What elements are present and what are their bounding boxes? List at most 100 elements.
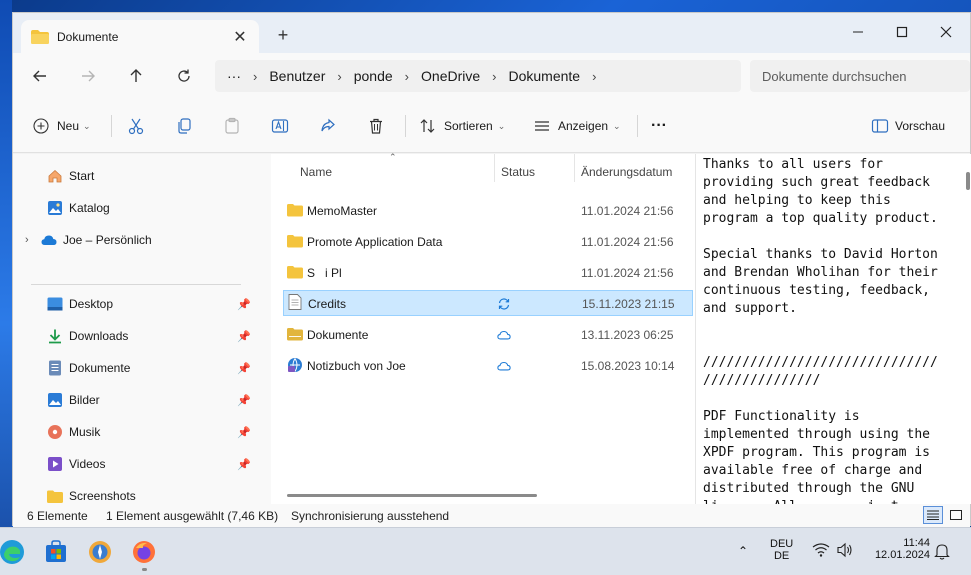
refresh-button[interactable] <box>169 61 199 91</box>
file-row-selected[interactable]: Credits 15.11.2023 21:15 <box>283 290 693 316</box>
share-button[interactable] <box>319 111 337 141</box>
pin-icon[interactable]: 📌 <box>237 362 251 375</box>
file-row[interactable]: S i Pl 11.01.2024 21:56 <box>283 260 693 286</box>
file-row[interactable]: Promote Application Data 11.01.2024 21:5… <box>283 229 693 255</box>
new-tab-button[interactable]: + <box>271 25 295 46</box>
clock[interactable]: 11:44 12.01.2024 <box>866 537 930 561</box>
column-header-date[interactable]: Änderungsdatum <box>581 160 672 184</box>
show-hidden-icons-button[interactable]: ⌃ <box>738 544 748 558</box>
sidebar-item-bilder[interactable]: Bilder 📌 <box>13 386 253 414</box>
sidebar-item-label: Joe – Persönlich <box>63 233 152 247</box>
chevron-right-icon: › <box>492 68 497 84</box>
volume-icon[interactable] <box>836 542 854 561</box>
chevron-right-icon: › <box>404 68 410 84</box>
copy-button[interactable] <box>175 111 193 141</box>
file-list: ⌃ Name Status Änderungsdatum MemoMaster … <box>271 152 695 504</box>
tiles-view-button[interactable] <box>946 506 966 524</box>
close-tab-button[interactable]: ✕ <box>231 27 249 47</box>
text-file-icon <box>288 294 302 310</box>
chevron-right-icon[interactable]: › <box>25 234 41 246</box>
back-button[interactable] <box>25 61 55 91</box>
column-header-name[interactable]: Name <box>300 160 332 184</box>
language-indicator[interactable]: DEU DE <box>770 538 793 562</box>
chevron-right-icon[interactable]: › <box>592 69 596 84</box>
more-options-button[interactable]: ··· <box>651 111 667 141</box>
sidebar-item-musik[interactable]: Musik 📌 <box>13 418 253 446</box>
details-view-button[interactable] <box>923 506 943 524</box>
maximize-button[interactable] <box>880 17 924 47</box>
details-view-icon <box>927 510 939 520</box>
preview-scrollbar[interactable] <box>966 172 970 190</box>
wifi-icon[interactable] <box>812 542 830 561</box>
file-date: 15.08.2023 10:14 <box>581 359 675 373</box>
firefox-icon[interactable] <box>128 536 160 571</box>
delete-button[interactable] <box>367 111 385 141</box>
sort-button[interactable]: Sortieren ⌄ <box>419 111 505 141</box>
minimize-button[interactable] <box>836 17 880 47</box>
pin-icon[interactable]: 📌 <box>237 458 251 471</box>
sidebar-item-label: Musik <box>69 425 101 439</box>
tab-dokumente[interactable]: Dokumente ✕ <box>21 20 259 53</box>
music-icon <box>47 424 63 440</box>
breadcrumb-benutzer[interactable]: Benutzer <box>269 68 325 84</box>
rename-button[interactable] <box>271 111 289 141</box>
view-button[interactable]: Anzeigen ⌄ <box>533 111 621 141</box>
cut-button[interactable] <box>127 111 145 141</box>
chevron-down-icon: ⌄ <box>83 120 91 131</box>
preview-label: Vorschau <box>895 119 946 133</box>
sidebar-item-katalog[interactable]: Katalog <box>13 194 253 222</box>
breadcrumb-ponde[interactable]: ponde <box>354 68 393 84</box>
pin-icon[interactable]: 📌 <box>237 330 251 343</box>
status-bar: 6 Elemente 1 Element ausgewählt (7,46 KB… <box>13 504 970 527</box>
breadcrumb-more[interactable]: ··· <box>227 68 241 84</box>
cloud-icon <box>497 330 511 340</box>
column-divider[interactable] <box>574 154 575 182</box>
notification-bell-icon[interactable] <box>934 542 950 563</box>
preview-toggle-button[interactable]: Vorschau <box>871 111 945 141</box>
sidebar-item-onedrive[interactable]: › Joe – Persönlich <box>13 226 253 254</box>
sidebar-item-start[interactable]: Start <box>13 162 253 190</box>
sort-label: Sortieren <box>444 119 493 133</box>
search-input[interactable]: Dokumente durchsuchen <box>750 60 970 92</box>
column-header-status[interactable]: Status <box>501 160 535 184</box>
pin-icon[interactable]: 📌 <box>237 298 251 311</box>
column-divider[interactable] <box>494 154 495 182</box>
paste-button[interactable] <box>223 111 241 141</box>
sidebar-item-dokumente[interactable]: Dokumente 📌 <box>13 354 253 382</box>
file-row[interactable]: Dokumente 13.11.2023 06:25 <box>283 322 693 348</box>
sidebar-item-downloads[interactable]: Downloads 📌 <box>13 322 253 350</box>
maximize-icon <box>896 26 908 38</box>
microsoft-store-icon[interactable] <box>40 536 72 568</box>
sidebar-item-label: Downloads <box>69 329 129 343</box>
home-icon <box>47 168 63 184</box>
horizontal-scrollbar[interactable] <box>287 494 537 497</box>
app-compass-icon[interactable] <box>84 536 116 568</box>
pin-icon[interactable]: 📌 <box>237 394 251 407</box>
address-bar[interactable]: ··· › Benutzer › ponde › OneDrive › Doku… <box>215 60 741 92</box>
file-row[interactable]: MemoMaster 11.01.2024 21:56 <box>283 198 693 224</box>
file-explorer-window: Dokumente ✕ + ··· › Benutzer › ponde › O… <box>12 12 971 527</box>
sidebar-item-desktop[interactable]: Desktop 📌 <box>13 290 253 318</box>
edge-browser-icon[interactable] <box>0 536 28 568</box>
sidebar-scrollbar[interactable] <box>261 154 271 504</box>
pin-icon[interactable]: 📌 <box>237 426 251 439</box>
new-button[interactable]: Neu ⌄ <box>33 111 91 141</box>
file-row[interactable]: Notizbuch von Joe 15.08.2023 10:14 <box>283 353 693 379</box>
breadcrumb-dokumente[interactable]: Dokumente <box>509 68 581 84</box>
title-bar: Dokumente ✕ + <box>13 13 970 53</box>
new-label: Neu <box>57 119 80 133</box>
keyboard-layout: DE <box>773 550 790 562</box>
view-label: Anzeigen <box>558 119 609 133</box>
sidebar-item-videos[interactable]: Videos 📌 <box>13 450 253 478</box>
chevron-down-icon: ⌄ <box>497 120 506 131</box>
close-window-button[interactable] <box>924 17 968 47</box>
minimize-icon <box>853 31 863 33</box>
file-date: 11.01.2024 21:56 <box>581 266 674 280</box>
forward-button[interactable] <box>73 61 103 91</box>
breadcrumb-onedrive[interactable]: OneDrive <box>421 68 480 84</box>
desktop-wallpaper <box>0 0 12 540</box>
up-button[interactable] <box>121 61 151 91</box>
sidebar-item-screenshots[interactable]: Screenshots <box>13 482 253 504</box>
share-icon <box>321 118 335 132</box>
pictures-icon <box>47 392 63 408</box>
